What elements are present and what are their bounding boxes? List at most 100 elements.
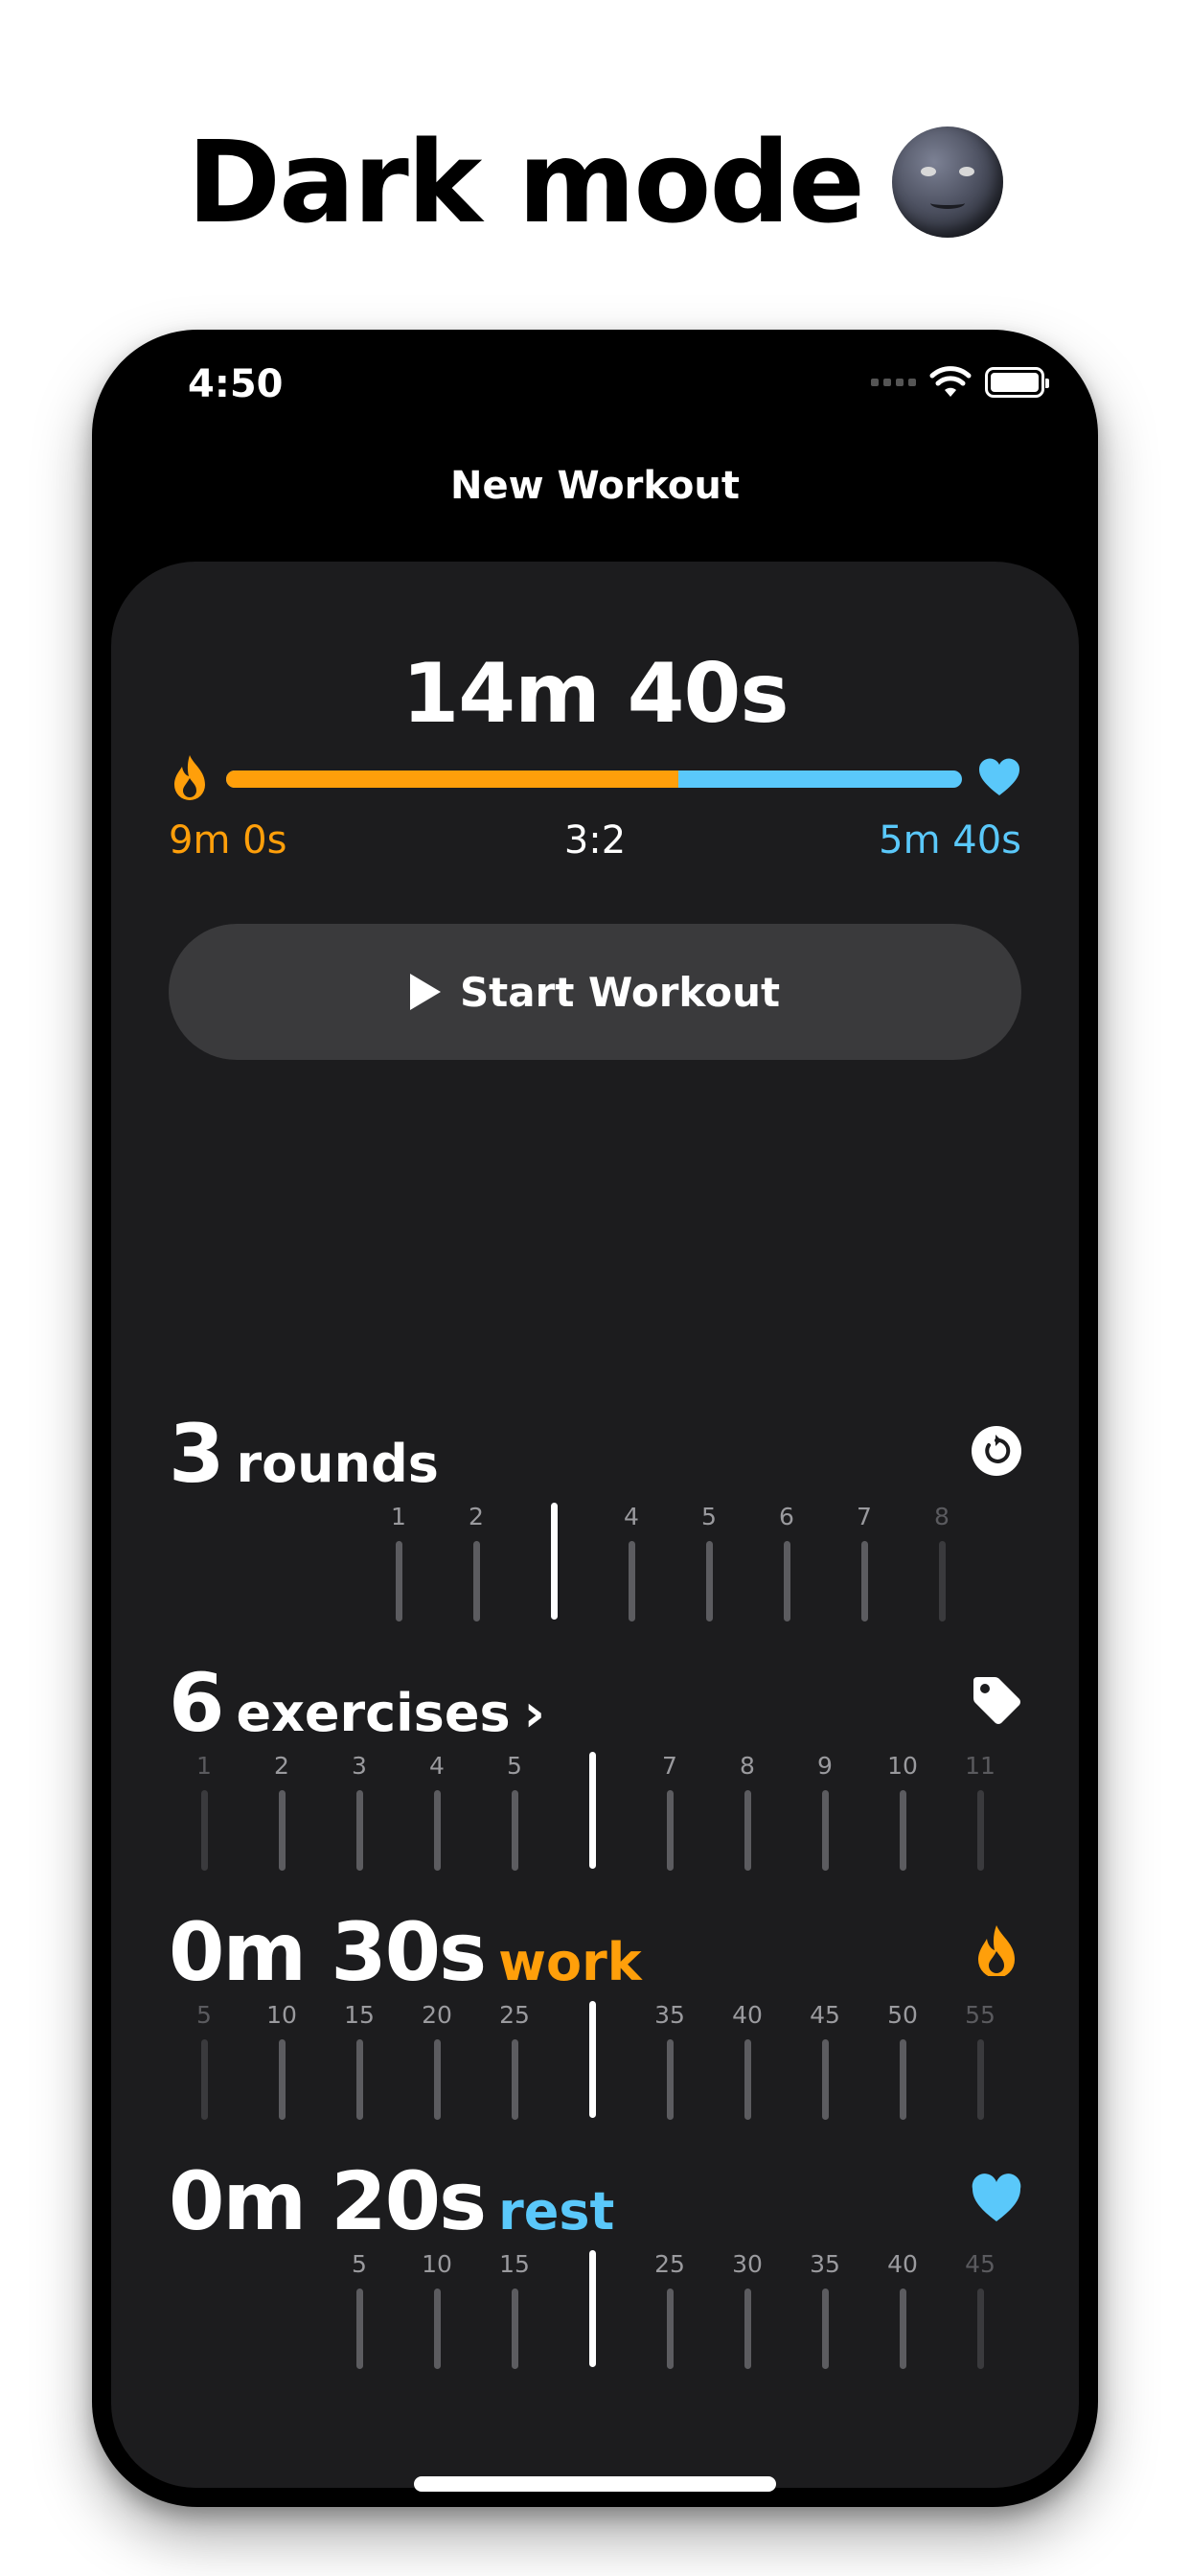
start-workout-label: Start Workout [459, 968, 781, 1016]
work-tick[interactable]: 55 [951, 2001, 1009, 2126]
rest-tick[interactable]: 45 [951, 2250, 1009, 2375]
exercises-title[interactable]: 6 exercises › [169, 1656, 545, 1750]
exercises-tick-label: 2 [274, 1752, 289, 1780]
rounds-tick-label: 6 [779, 1503, 794, 1530]
rounds-tick[interactable]: 1 [370, 1503, 427, 1627]
exercises-tick[interactable]: 11 [951, 1752, 1009, 1876]
rounds-picker[interactable]: 1 2 4 5 6 7 8 [111, 1503, 1079, 1627]
rounds-tick[interactable]: 6 [758, 1503, 815, 1627]
rest-tick-label: 40 [887, 2250, 918, 2278]
work-unit: work [498, 1932, 642, 1992]
rest-tick-label: 35 [810, 2250, 840, 2278]
chevron-right-icon: › [523, 1683, 545, 1743]
exercises-value: 6 [169, 1656, 224, 1750]
work-tick[interactable]: 35 [641, 2001, 698, 2126]
rounds-tick-line [472, 1541, 480, 1622]
work-rest-progress [169, 749, 1021, 803]
signal-icon [871, 379, 916, 386]
rounds-selected-marker[interactable] [550, 1503, 558, 1620]
exercises-tick[interactable]: 7 [641, 1752, 698, 1876]
nav-title: New Workout [450, 464, 740, 508]
wifi-icon [929, 366, 972, 397]
work-tick-line [511, 2039, 518, 2120]
work-tick[interactable]: 5 [175, 2001, 233, 2126]
exercises-tick[interactable]: 3 [331, 1752, 388, 1876]
exercises-tick[interactable]: 4 [408, 1752, 466, 1876]
work-tick-label: 45 [810, 2001, 840, 2029]
rest-tick[interactable]: 10 [408, 2250, 466, 2375]
exercises-picker[interactable]: 1 2 3 4 5 7 8 9 10 11 [111, 1752, 1079, 1876]
rest-tick[interactable]: 5 [331, 2250, 388, 2375]
flame-icon[interactable] [970, 1922, 1023, 1976]
exercises-tick[interactable]: 9 [796, 1752, 854, 1876]
start-workout-button[interactable]: Start Workout [169, 924, 1021, 1060]
exercises-tick[interactable]: 5 [486, 1752, 543, 1876]
rounds-tick[interactable]: 4 [603, 1503, 660, 1627]
rounds-tick-line [938, 1541, 946, 1622]
work-tick-label: 50 [887, 2001, 918, 2029]
rounds-tick[interactable]: 2 [447, 1503, 505, 1627]
work-tick[interactable]: 45 [796, 2001, 854, 2126]
rounds-section: 3 rounds 1 2 4 5 6 7 8 [111, 1407, 1079, 1656]
rounds-tick-label: 4 [624, 1503, 639, 1530]
work-tick-line [666, 2039, 674, 2120]
rounds-tick[interactable]: 5 [680, 1503, 738, 1627]
work-tick[interactable]: 20 [408, 2001, 466, 2126]
home-indicator[interactable] [414, 2476, 776, 2492]
exercises-tick[interactable]: 10 [874, 1752, 931, 1876]
rounds-tick-label: 2 [469, 1503, 484, 1530]
status-icons [871, 366, 1049, 399]
work-portion [226, 770, 678, 788]
work-tick[interactable]: 15 [331, 2001, 388, 2126]
rounds-tick-label: 8 [934, 1503, 950, 1530]
work-selected-marker[interactable] [588, 2001, 596, 2118]
rest-tick[interactable]: 15 [486, 2250, 543, 2375]
work-title: 0m 30s work [169, 1905, 642, 1999]
tag-icon[interactable] [970, 1673, 1023, 1727]
new-moon-face-icon [891, 126, 1003, 238]
reset-icon[interactable] [970, 1424, 1023, 1478]
heart-icon [978, 758, 1020, 795]
exercises-tick-line [511, 1790, 518, 1871]
exercises-tick[interactable]: 1 [175, 1752, 233, 1876]
work-value: 0m 30s [169, 1905, 487, 1999]
work-tick[interactable]: 25 [486, 2001, 543, 2126]
work-tick[interactable]: 10 [253, 2001, 310, 2126]
rounds-tick-line [395, 1541, 402, 1622]
rest-tick-line [666, 2288, 674, 2369]
rounds-tick-label: 1 [391, 1503, 406, 1530]
work-picker[interactable]: 5 10 15 20 25 35 40 45 50 55 [111, 2001, 1079, 2126]
rest-title: 0m 20s rest [169, 2154, 614, 2248]
rest-tick-label: 30 [732, 2250, 763, 2278]
exercises-selected-marker[interactable] [588, 1752, 596, 1869]
rest-picker[interactable]: 5 10 15 25 30 35 40 45 [111, 2250, 1079, 2375]
rest-tick[interactable]: 40 [874, 2250, 931, 2375]
rounds-tick[interactable]: 8 [913, 1503, 971, 1627]
exercises-unit: exercises [236, 1683, 511, 1743]
exercises-tick-label: 5 [507, 1752, 522, 1780]
exercises-tick[interactable]: 8 [719, 1752, 776, 1876]
rest-tick[interactable]: 35 [796, 2250, 854, 2375]
work-tick-line [821, 2039, 829, 2120]
heart-icon[interactable] [970, 2172, 1023, 2225]
headline: Dark mode [0, 115, 1190, 249]
exercises-tick[interactable]: 2 [253, 1752, 310, 1876]
work-tick-label: 55 [965, 2001, 995, 2029]
rest-tick[interactable]: 25 [641, 2250, 698, 2375]
rounds-tick[interactable]: 7 [835, 1503, 893, 1627]
rest-selected-marker[interactable] [588, 2250, 596, 2367]
phone-frame: 4:50 New Workout 14m 40s 9m 0s 3:2 5m 40… [92, 330, 1098, 2507]
rest-tick-line [433, 2288, 441, 2369]
rest-tick-line [511, 2288, 518, 2369]
work-tick-label: 20 [422, 2001, 452, 2029]
rest-tick-line [355, 2288, 363, 2369]
rest-tick-line [899, 2288, 906, 2369]
work-tick[interactable]: 40 [719, 2001, 776, 2126]
exercises-tick-line [433, 1790, 441, 1871]
rest-tick-line [976, 2288, 984, 2369]
work-rest-bar [226, 770, 962, 788]
rest-tick[interactable]: 30 [719, 2250, 776, 2375]
work-tick[interactable]: 50 [874, 2001, 931, 2126]
rounds-tick-label: 7 [857, 1503, 872, 1530]
work-section: 0m 30s work 5 10 15 20 25 35 40 45 50 55 [111, 1905, 1079, 2154]
